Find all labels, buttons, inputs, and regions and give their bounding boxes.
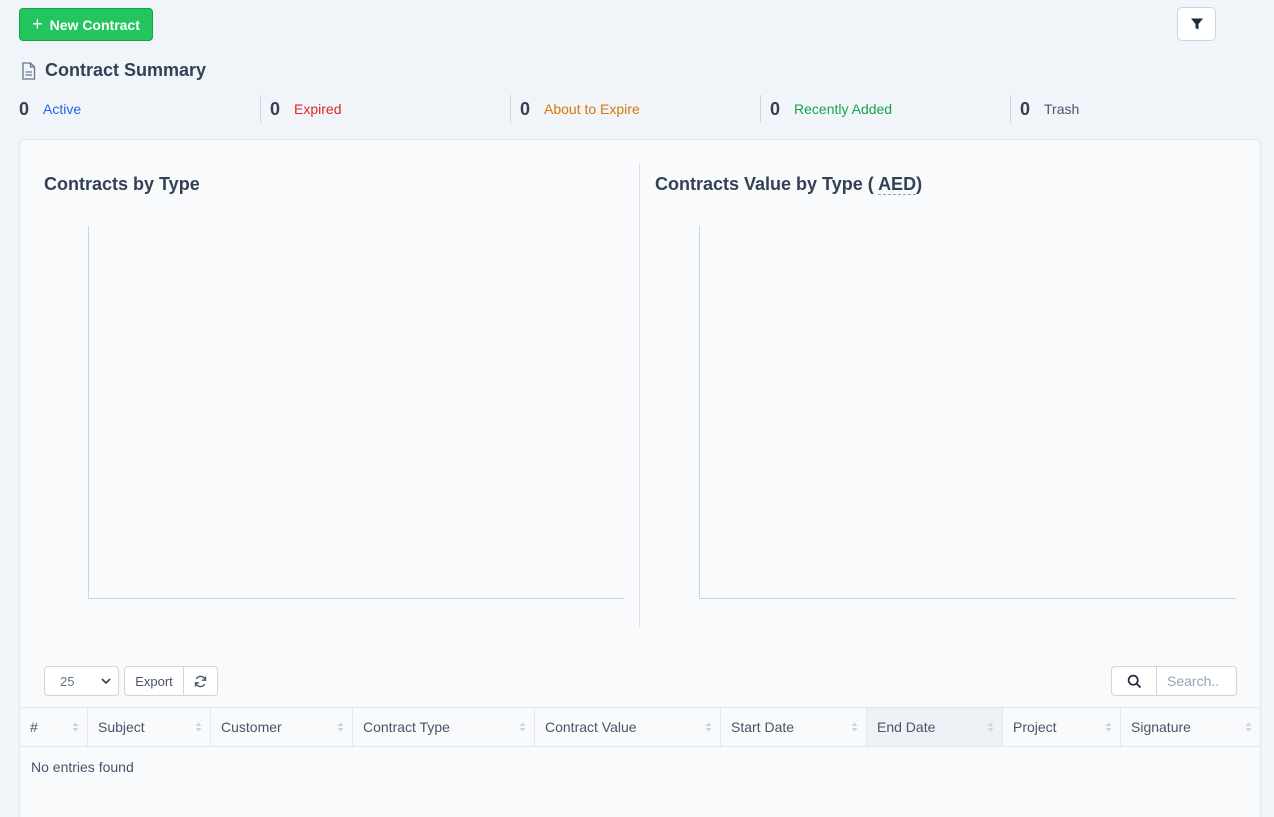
stat-expired-count: 0 [270, 98, 281, 119]
sort-icon [72, 722, 79, 732]
contracts-by-type-chart [88, 226, 624, 599]
contracts-value-title-suffix: ) [916, 174, 923, 194]
sort-icon [705, 722, 712, 732]
contracts-value-by-type-title: Contracts Value by Type ( AED) [655, 174, 922, 195]
filter-icon [1190, 18, 1203, 30]
sort-icon [195, 722, 202, 732]
column-header-number[interactable]: # [20, 708, 88, 746]
stat-trash[interactable]: 0 Trash [1010, 95, 1079, 123]
refresh-icon [194, 675, 207, 687]
contracts-table-header: # Subject Customer Contract Type Contrac… [20, 707, 1260, 747]
page-length-select[interactable]: 25 [44, 666, 119, 696]
chevron-down-icon [101, 678, 111, 685]
column-header-contract-value[interactable]: Contract Value [535, 708, 721, 746]
contracts-by-type-title: Contracts by Type [44, 174, 200, 194]
stat-recently-added-count: 0 [770, 98, 781, 119]
table-search [1111, 666, 1237, 696]
sort-icon [851, 722, 858, 732]
table-actions: Export [124, 666, 218, 696]
contract-stats: 0 Active 0 Expired 0 About to Expire 0 R… [19, 95, 1259, 123]
stat-about-to-expire-label: About to Expire [544, 101, 640, 117]
table-empty-message: No entries found [31, 759, 134, 775]
stat-active[interactable]: 0 Active [19, 95, 81, 123]
sort-icon [1245, 722, 1252, 732]
sort-icon [337, 722, 344, 732]
search-button[interactable] [1111, 666, 1157, 696]
sort-icon [1105, 722, 1112, 732]
column-header-signature[interactable]: Signature [1121, 708, 1260, 746]
column-header-start-date[interactable]: Start Date [721, 708, 867, 746]
stat-expired[interactable]: 0 Expired [260, 95, 341, 123]
plus-icon: + [32, 13, 43, 34]
column-header-end-date[interactable]: End Date [867, 708, 1003, 746]
stat-trash-count: 0 [1020, 98, 1031, 119]
stat-recently-added-label: Recently Added [794, 101, 893, 117]
contracts-value-by-type-chart [699, 226, 1236, 599]
contract-summary-heading: Contract Summary [21, 60, 206, 81]
column-header-subject[interactable]: Subject [88, 708, 211, 746]
column-header-project[interactable]: Project [1003, 708, 1121, 746]
new-contract-label: New Contract [49, 16, 140, 33]
stat-expired-label: Expired [294, 101, 342, 117]
stat-about-to-expire[interactable]: 0 About to Expire [510, 95, 640, 123]
stat-active-count: 0 [19, 98, 30, 119]
search-icon [1127, 674, 1141, 688]
document-icon [22, 61, 36, 80]
stat-about-to-expire-count: 0 [520, 98, 531, 119]
chart-divider [639, 164, 640, 627]
column-header-contract-type[interactable]: Contract Type [353, 708, 535, 746]
sort-icon [519, 722, 526, 732]
new-contract-button[interactable]: + New Contract [19, 8, 153, 41]
contract-summary-title: Contract Summary [45, 60, 207, 80]
currency-abbr: AED [878, 174, 917, 195]
sort-icon [987, 722, 994, 732]
stat-active-label: Active [43, 101, 82, 117]
filter-button[interactable] [1177, 7, 1216, 41]
refresh-button[interactable] [184, 666, 218, 696]
stat-recently-added[interactable]: 0 Recently Added [760, 95, 892, 123]
search-input[interactable] [1157, 666, 1237, 696]
column-header-customer[interactable]: Customer [211, 708, 353, 746]
page-length-value: 25 [60, 673, 75, 689]
contracts-panel: Contracts by Type Contracts Value by Typ… [19, 139, 1261, 817]
contracts-value-title-prefix: Contracts Value by Type ( [655, 174, 879, 194]
stat-trash-label: Trash [1044, 101, 1080, 117]
export-button[interactable]: Export [124, 666, 184, 696]
